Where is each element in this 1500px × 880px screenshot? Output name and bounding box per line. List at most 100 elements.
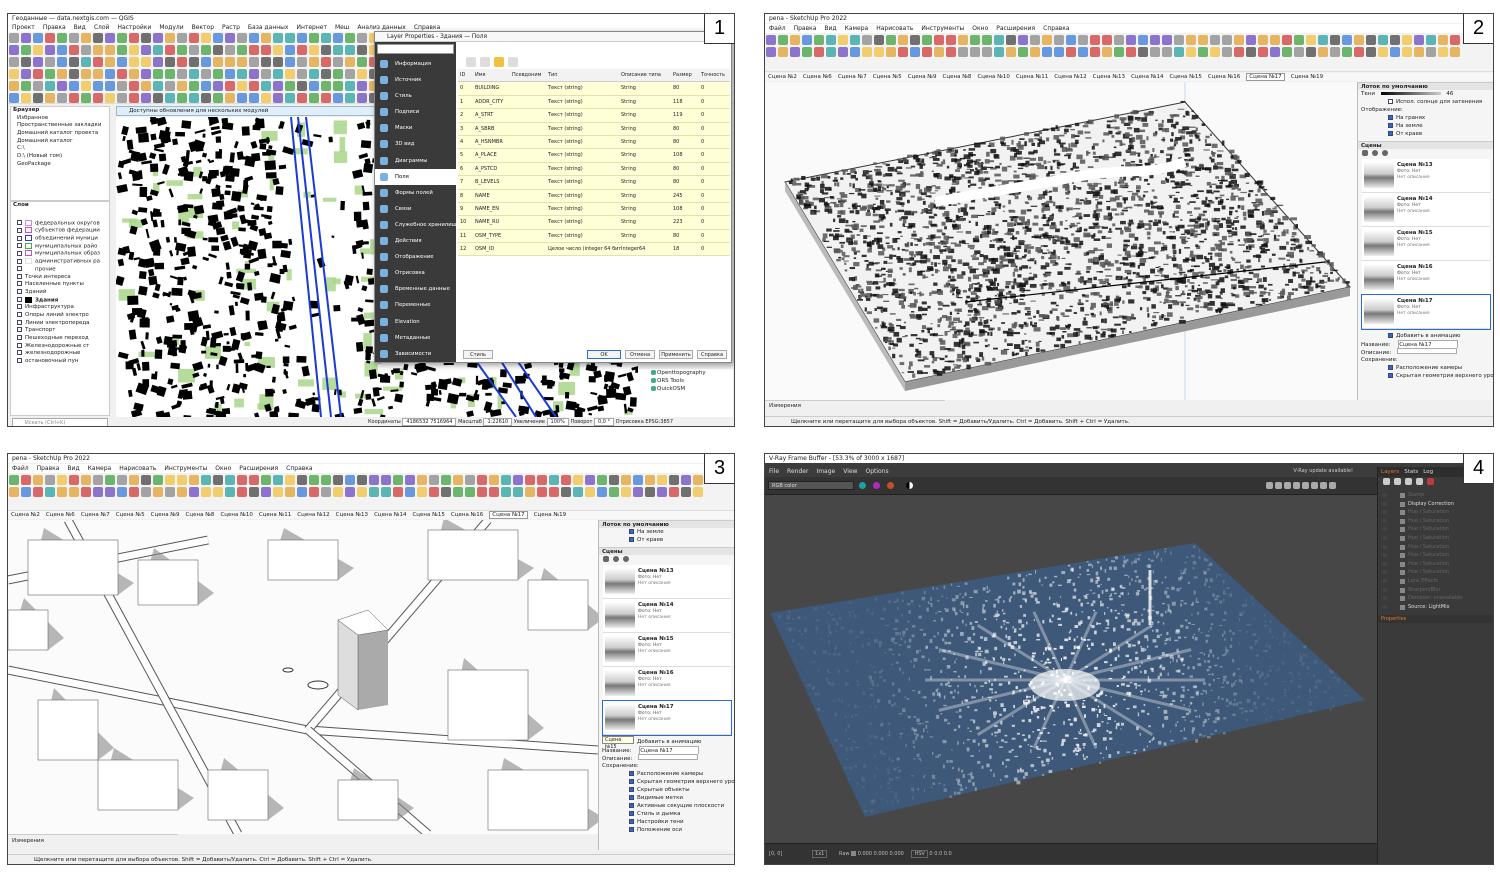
tool-icon[interactable]: [1426, 47, 1436, 57]
render-tool-icon[interactable]: [1311, 482, 1318, 489]
tool-icon[interactable]: [297, 33, 307, 43]
tool-icon[interactable]: [357, 57, 367, 67]
option-row[interactable]: Расположение камеры: [1358, 364, 1493, 372]
tool-icon[interactable]: [189, 69, 199, 79]
tool-icon[interactable]: [501, 487, 511, 497]
layer-item[interactable]: Точки интереса: [11, 273, 109, 282]
tool-icon[interactable]: [766, 35, 776, 45]
dialog-tab[interactable]: Подписи: [375, 104, 456, 120]
tool-icon[interactable]: [177, 81, 187, 91]
option-row[interactable]: От краев: [599, 536, 734, 544]
tool-icon[interactable]: [21, 69, 31, 79]
remove-scene-icon[interactable]: [1381, 150, 1388, 156]
layer-item[interactable]: железнодорожные: [11, 350, 109, 358]
measurements-box[interactable]: Измерения: [8, 834, 178, 846]
tool-icon[interactable]: [1174, 35, 1184, 45]
layer-item[interactable]: объединений муници: [11, 235, 109, 243]
help-button[interactable]: Справка: [697, 350, 727, 359]
render-tool-icon[interactable]: [1302, 482, 1309, 489]
tool-icon[interactable]: [850, 47, 860, 57]
dialog-tab[interactable]: Действия: [375, 233, 456, 249]
tool-icon[interactable]: [129, 475, 139, 485]
tool-icon[interactable]: [57, 69, 67, 79]
layer-item[interactable]: федеральных округов: [11, 219, 109, 228]
tool-icon[interactable]: [994, 47, 1004, 57]
tool-icon[interactable]: [321, 69, 331, 79]
tool-icon[interactable]: [345, 45, 355, 55]
tool-icon[interactable]: [117, 45, 127, 55]
shadow-value[interactable]: 46: [1446, 91, 1453, 97]
tool-icon[interactable]: [621, 487, 631, 497]
tool-icon[interactable]: [1078, 35, 1088, 45]
tool-icon[interactable]: [9, 475, 19, 485]
tool-icon[interactable]: [213, 45, 223, 55]
table-row[interactable]: 3 A_SBRB Текст (string) String 80 0: [458, 122, 730, 136]
tool-icon[interactable]: [333, 81, 343, 91]
scene-tab[interactable]: Сцена №19: [534, 512, 566, 518]
tool-icon[interactable]: [297, 93, 307, 103]
tool-icon[interactable]: [33, 475, 43, 485]
tool-icon[interactable]: [297, 45, 307, 55]
tool-icon[interactable]: [237, 81, 247, 91]
tool-icon[interactable]: [778, 35, 788, 45]
tool-icon[interactable]: [225, 57, 235, 67]
tool-icon[interactable]: [946, 35, 956, 45]
browser-item[interactable]: Домашний каталог проекта: [11, 130, 109, 138]
vfb-layer-row[interactable]: Hue / Saturation: [1378, 534, 1493, 543]
tool-icon[interactable]: [1234, 47, 1244, 57]
tool-icon[interactable]: [333, 33, 343, 43]
tool-icon[interactable]: [561, 487, 571, 497]
tool-icon[interactable]: [994, 35, 1004, 45]
tool-icon[interactable]: [93, 81, 103, 91]
tool-icon[interactable]: [273, 487, 283, 497]
tool-icon[interactable]: [934, 35, 944, 45]
tool-icon[interactable]: [1246, 47, 1256, 57]
tool-icon[interactable]: [225, 487, 235, 497]
scene-name-input[interactable]: Сцена №17: [639, 746, 700, 754]
green-channel-icon[interactable]: [873, 482, 880, 489]
visibility-icon[interactable]: [1382, 510, 1387, 515]
tool-icon[interactable]: [201, 45, 211, 55]
shadow-slider[interactable]: [1380, 92, 1441, 95]
tool-icon[interactable]: [177, 69, 187, 79]
scene-tab[interactable]: Сцена №16: [451, 512, 483, 518]
menu-item[interactable]: Окно: [972, 25, 988, 32]
tool-icon[interactable]: [1402, 35, 1412, 45]
scene-tab[interactable]: Сцена №16: [1208, 74, 1240, 80]
tool-icon[interactable]: [1390, 35, 1400, 45]
tool-icon[interactable]: [1150, 35, 1160, 45]
menu-item[interactable]: Image: [816, 468, 835, 475]
tool-icon[interactable]: [910, 47, 920, 57]
tool-icon[interactable]: [69, 69, 79, 79]
rotate-field[interactable]: 0,0 °: [594, 418, 615, 426]
tool-icon[interactable]: [393, 487, 403, 497]
tool-icon[interactable]: [393, 475, 403, 485]
table-row[interactable]: 11 OSM_TYPE Текст (string) String 80 0: [458, 229, 730, 244]
tool-icon[interactable]: [213, 93, 223, 103]
tool-icon[interactable]: [1102, 35, 1112, 45]
tool-icon[interactable]: [261, 487, 271, 497]
dialog-tab[interactable]: Источник: [375, 72, 456, 88]
tool-icon[interactable]: [249, 69, 259, 79]
tool-icon[interactable]: [21, 57, 31, 67]
tool-icon[interactable]: [261, 45, 271, 55]
tool-icon[interactable]: [33, 93, 43, 103]
tool-icon[interactable]: [129, 33, 139, 43]
tool-icon[interactable]: [273, 57, 283, 67]
scene-tab[interactable]: Сцена №14: [374, 512, 406, 518]
tool-icon[interactable]: [1078, 47, 1088, 57]
visibility-icon[interactable]: [1382, 570, 1387, 575]
browser-item[interactable]: GeoPackage: [11, 161, 109, 169]
visibility-icon[interactable]: [1382, 535, 1387, 540]
tool-icon[interactable]: [597, 487, 607, 497]
tool-icon[interactable]: [1330, 47, 1340, 57]
menu-item[interactable]: Инструменты: [921, 25, 964, 32]
layer-checkbox[interactable]: [17, 273, 22, 279]
edit-icon[interactable]: [493, 57, 504, 67]
browser-item[interactable]: Домашний каталог: [11, 138, 109, 146]
tool-icon[interactable]: [1126, 35, 1136, 45]
layer-item[interactable]: Населенные пункты: [11, 281, 109, 289]
tool-icon[interactable]: [345, 33, 355, 43]
dialog-tab[interactable]: Elevation: [375, 314, 456, 330]
dialog-tab[interactable]: Переменные: [375, 297, 456, 313]
